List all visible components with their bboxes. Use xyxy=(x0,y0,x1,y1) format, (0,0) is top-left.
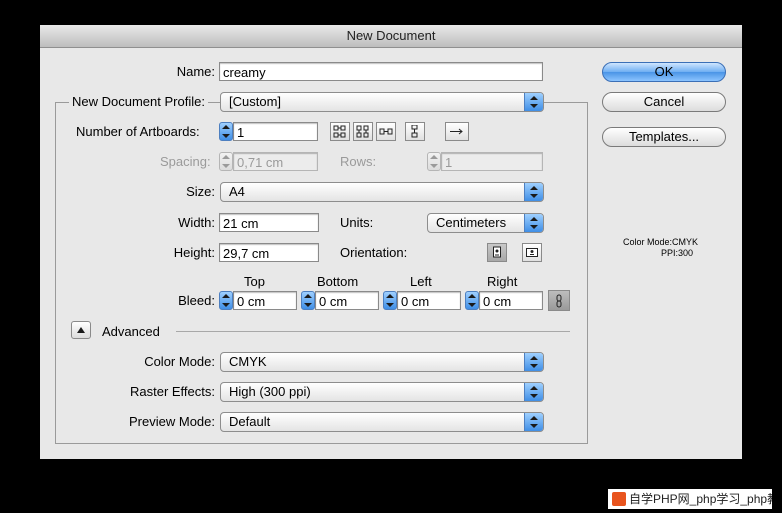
units-select[interactable]: Centimeters xyxy=(427,213,544,233)
color-mode-label: Color Mode: xyxy=(144,354,215,369)
color-mode-select[interactable]: CMYK xyxy=(220,352,544,372)
dropdown-arrows-icon xyxy=(524,413,543,431)
watermark-text: 自学PHP网_php学习_php教 xyxy=(629,492,772,506)
color-mode-value: CMYK xyxy=(229,354,267,369)
watermark-logo-icon xyxy=(612,492,626,506)
arrange-by-row-icon[interactable] xyxy=(376,122,396,141)
profile-label: New Document Profile: xyxy=(69,94,208,109)
raster-effects-value: High (300 ppi) xyxy=(229,384,311,399)
orientation-label: Orientation: xyxy=(340,245,408,260)
bleed-top-field[interactable]: 0 cm xyxy=(233,291,297,310)
bleed-top-stepper[interactable] xyxy=(219,291,233,310)
advanced-label: Advanced xyxy=(102,324,160,339)
rows-field: 1 xyxy=(441,152,543,171)
bleed-bottom-label: Bottom xyxy=(317,274,359,289)
size-label: Size: xyxy=(186,184,215,199)
bleed-left-field[interactable]: 0 cm xyxy=(397,291,461,310)
arrow-right-icon[interactable] xyxy=(445,122,469,141)
rows-stepper xyxy=(427,152,441,171)
size-value: A4 xyxy=(229,184,245,199)
units-value: Centimeters xyxy=(436,215,507,230)
width-label: Width: xyxy=(178,215,215,230)
bleed-bottom-stepper[interactable] xyxy=(301,291,315,310)
width-field[interactable]: 21 cm xyxy=(219,213,319,232)
bleed-top-label: Top xyxy=(244,274,265,289)
dropdown-arrows-icon xyxy=(524,383,543,401)
dropdown-arrows-icon xyxy=(524,353,543,371)
size-select[interactable]: A4 xyxy=(220,182,544,202)
disclosure-triangle-icon[interactable] xyxy=(71,321,91,339)
spacing-field: 0,71 cm xyxy=(233,152,318,171)
bleed-left-label: Left xyxy=(410,274,432,289)
cancel-button[interactable]: Cancel xyxy=(602,92,726,112)
name-field[interactable]: creamy xyxy=(219,62,543,81)
bleed-right-field[interactable]: 0 cm xyxy=(479,291,543,310)
dropdown-arrows-icon xyxy=(524,214,543,232)
raster-effects-label: Raster Effects: xyxy=(129,384,215,399)
new-document-dialog: New Document Name: creamy New Document P… xyxy=(40,25,742,459)
ok-button[interactable]: OK xyxy=(602,62,726,82)
bleed-label: Bleed: xyxy=(178,293,215,308)
bleed-left-stepper[interactable] xyxy=(383,291,397,310)
artboards-label: Number of Artboards: xyxy=(76,124,200,139)
bleed-bottom-field[interactable]: 0 cm xyxy=(315,291,379,310)
link-icon[interactable] xyxy=(548,290,570,311)
raster-effects-select[interactable]: High (300 ppi) xyxy=(220,382,544,402)
portrait-icon[interactable] xyxy=(487,243,507,262)
dropdown-arrows-icon xyxy=(524,93,543,111)
grid-by-column-icon[interactable] xyxy=(353,122,373,141)
info-ppi: PPI:300 xyxy=(661,248,694,258)
preview-mode-select[interactable]: Default xyxy=(220,412,544,432)
watermark: 自学PHP网_php学习_php教 xyxy=(608,489,772,509)
grid-by-row-icon[interactable] xyxy=(330,122,350,141)
height-field[interactable]: 29,7 cm xyxy=(219,243,319,262)
profile-value: [Custom] xyxy=(229,94,282,109)
spacing-label: Spacing: xyxy=(160,154,211,169)
name-label: Name: xyxy=(176,64,215,79)
window-title: New Document xyxy=(40,25,742,48)
templates-button[interactable]: Templates... xyxy=(602,127,726,147)
artboards-stepper[interactable] xyxy=(219,122,233,141)
artboards-field[interactable]: 1 xyxy=(233,122,318,141)
preview-mode-label: Preview Mode: xyxy=(129,414,215,429)
preview-mode-value: Default xyxy=(229,414,271,429)
profile-select[interactable]: [Custom] xyxy=(220,92,544,112)
rows-label: Rows: xyxy=(340,154,377,169)
info-color-mode: Color Mode:CMYK xyxy=(623,237,699,247)
bleed-right-stepper[interactable] xyxy=(465,291,479,310)
advanced-divider xyxy=(176,331,570,332)
arrange-by-column-icon[interactable] xyxy=(405,122,425,141)
dropdown-arrows-icon xyxy=(524,183,543,201)
spacing-stepper xyxy=(219,152,233,171)
units-label: Units: xyxy=(340,215,374,230)
height-label: Height: xyxy=(173,245,215,260)
landscape-icon[interactable] xyxy=(522,243,542,262)
bleed-right-label: Right xyxy=(487,274,518,289)
